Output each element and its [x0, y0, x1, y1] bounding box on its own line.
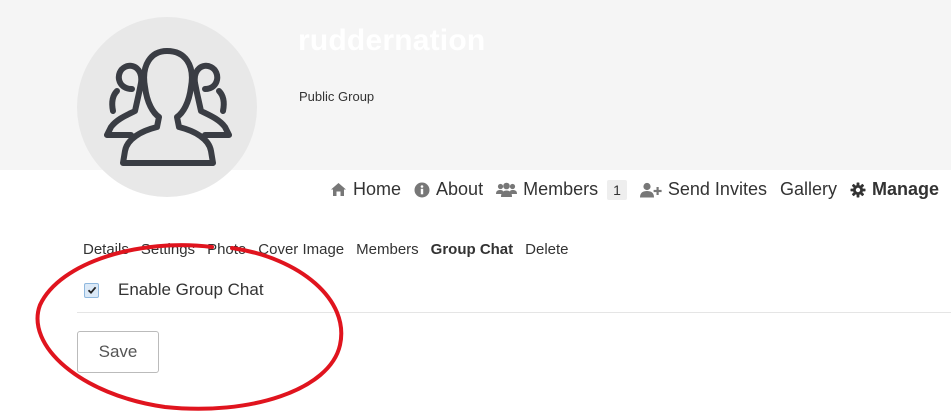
subnav-cover-image[interactable]: Cover Image	[258, 241, 344, 258]
nav-manage[interactable]: Manage	[850, 179, 939, 200]
enable-group-chat-row: Enable Group Chat	[84, 280, 264, 300]
group-avatar	[77, 17, 257, 197]
subnav-members[interactable]: Members	[356, 241, 419, 258]
group-users-icon	[104, 48, 232, 166]
subnav-settings[interactable]: Settings	[141, 241, 195, 258]
subnav-photo[interactable]: Photo	[207, 241, 246, 258]
user-plus-icon	[639, 182, 662, 197]
users-icon	[496, 182, 518, 197]
nav-members-label: Members	[523, 179, 599, 199]
gear-icon	[850, 182, 866, 197]
info-icon	[414, 182, 430, 197]
nav-about[interactable]: About	[414, 179, 483, 200]
nav-send-invites-label: Send Invites	[667, 179, 767, 199]
nav-gallery-label: Gallery	[779, 179, 837, 199]
group-main-nav: Home About Members 1 Send Invites Galler…	[317, 179, 939, 200]
enable-group-chat-label: Enable Group Chat	[118, 280, 264, 299]
nav-members[interactable]: Members 1	[496, 179, 627, 200]
save-button[interactable]: Save	[77, 331, 159, 373]
nav-about-label: About	[436, 179, 484, 199]
members-count-badge: 1	[607, 179, 627, 200]
subnav-group-chat[interactable]: Group Chat	[431, 241, 514, 258]
nav-home-label: Home	[353, 179, 402, 199]
nav-gallery[interactable]: Gallery	[780, 179, 837, 200]
nav-home[interactable]: Home	[330, 179, 401, 200]
form-divider	[77, 312, 951, 313]
subnav-details[interactable]: Details	[83, 241, 129, 258]
group-type: Public Group	[299, 89, 375, 104]
subnav-delete[interactable]: Delete	[525, 241, 568, 258]
enable-group-chat-checkbox[interactable]	[84, 282, 99, 298]
nav-manage-label: Manage	[871, 179, 939, 199]
nav-send-invites[interactable]: Send Invites	[639, 179, 767, 200]
home-icon	[331, 183, 347, 196]
manage-sub-nav: Details Settings Photo Cover Image Membe…	[83, 241, 581, 258]
group-name: ruddernation	[298, 24, 486, 57]
checkmark-icon	[87, 286, 96, 295]
